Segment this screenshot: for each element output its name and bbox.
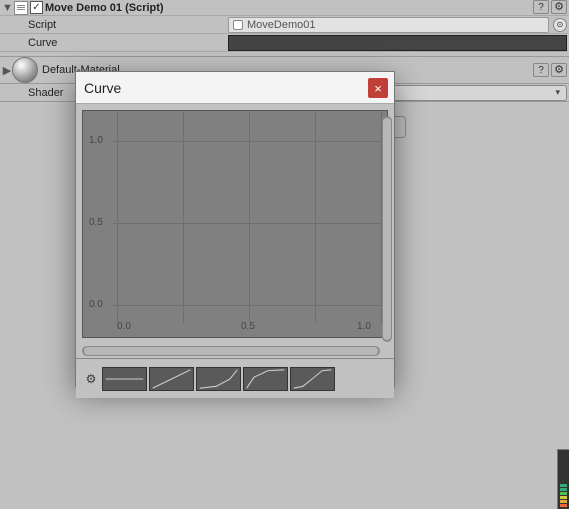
horizontal-scrollbar[interactable] — [82, 346, 380, 356]
shader-label: Shader — [28, 87, 80, 99]
preset-ease-in-out[interactable] — [290, 367, 335, 391]
audio-meter — [557, 449, 569, 509]
popup-title: Curve — [84, 80, 121, 96]
close-icon[interactable]: × — [368, 78, 388, 98]
x-tick-1: 1.0 — [357, 321, 371, 332]
x-tick-0: 0.0 — [117, 321, 131, 332]
script-value: MoveDemo01 — [247, 19, 315, 31]
curve-canvas[interactable]: 1.0 0.5 0.0 0.0 0.5 1.0 — [82, 110, 388, 338]
popup-title-bar[interactable]: Curve × — [76, 72, 394, 104]
gear-icon[interactable]: ⚙ — [551, 0, 567, 14]
v-scroll-thumb[interactable] — [383, 118, 391, 340]
curve-editor-popup: Curve × 1.0 0.5 0.0 0.0 0.5 1.0 — [75, 71, 395, 387]
material-help-icon[interactable]: ? — [533, 63, 549, 77]
script-object-field[interactable]: MoveDemo01 — [228, 17, 549, 33]
material-foldout[interactable]: ▶ — [2, 64, 12, 77]
preset-ease-in[interactable] — [196, 367, 241, 391]
y-tick-05: 0.5 — [89, 217, 103, 228]
material-gear-icon[interactable]: ⚙ — [551, 63, 567, 77]
object-picker-icon[interactable]: ⊙ — [553, 18, 567, 32]
preset-flat[interactable] — [102, 367, 147, 391]
foldout-toggle[interactable]: ▼ — [2, 2, 12, 14]
enable-component-checkbox[interactable]: ✓ — [30, 1, 43, 14]
component-header: ▼ ✓ Move Demo 01 (Script) ? ⚙ — [0, 0, 569, 16]
h-scroll-thumb[interactable] — [84, 347, 378, 355]
x-tick-05: 0.5 — [241, 321, 255, 332]
curve-property-row: Curve — [0, 34, 569, 52]
curve-field[interactable] — [228, 35, 567, 51]
vertical-scrollbar[interactable] — [382, 116, 392, 342]
script-label: Script — [28, 19, 228, 31]
preset-linear[interactable] — [149, 367, 194, 391]
y-tick-1: 1.0 — [89, 135, 103, 146]
preset-gear-icon[interactable]: ⚙ — [82, 372, 100, 386]
y-tick-0: 0.0 — [89, 299, 103, 310]
script-mini-icon — [233, 20, 243, 30]
script-property-row: Script MoveDemo01 ⊙ — [0, 16, 569, 34]
material-sphere-icon — [12, 57, 38, 83]
component-title: Move Demo 01 (Script) — [45, 2, 164, 14]
preset-ease-out[interactable] — [243, 367, 288, 391]
help-icon[interactable]: ? — [533, 0, 549, 14]
script-icon — [14, 1, 28, 15]
curve-label: Curve — [28, 37, 228, 49]
curve-grid: 1.0 0.5 0.0 0.0 0.5 1.0 — [83, 111, 387, 337]
